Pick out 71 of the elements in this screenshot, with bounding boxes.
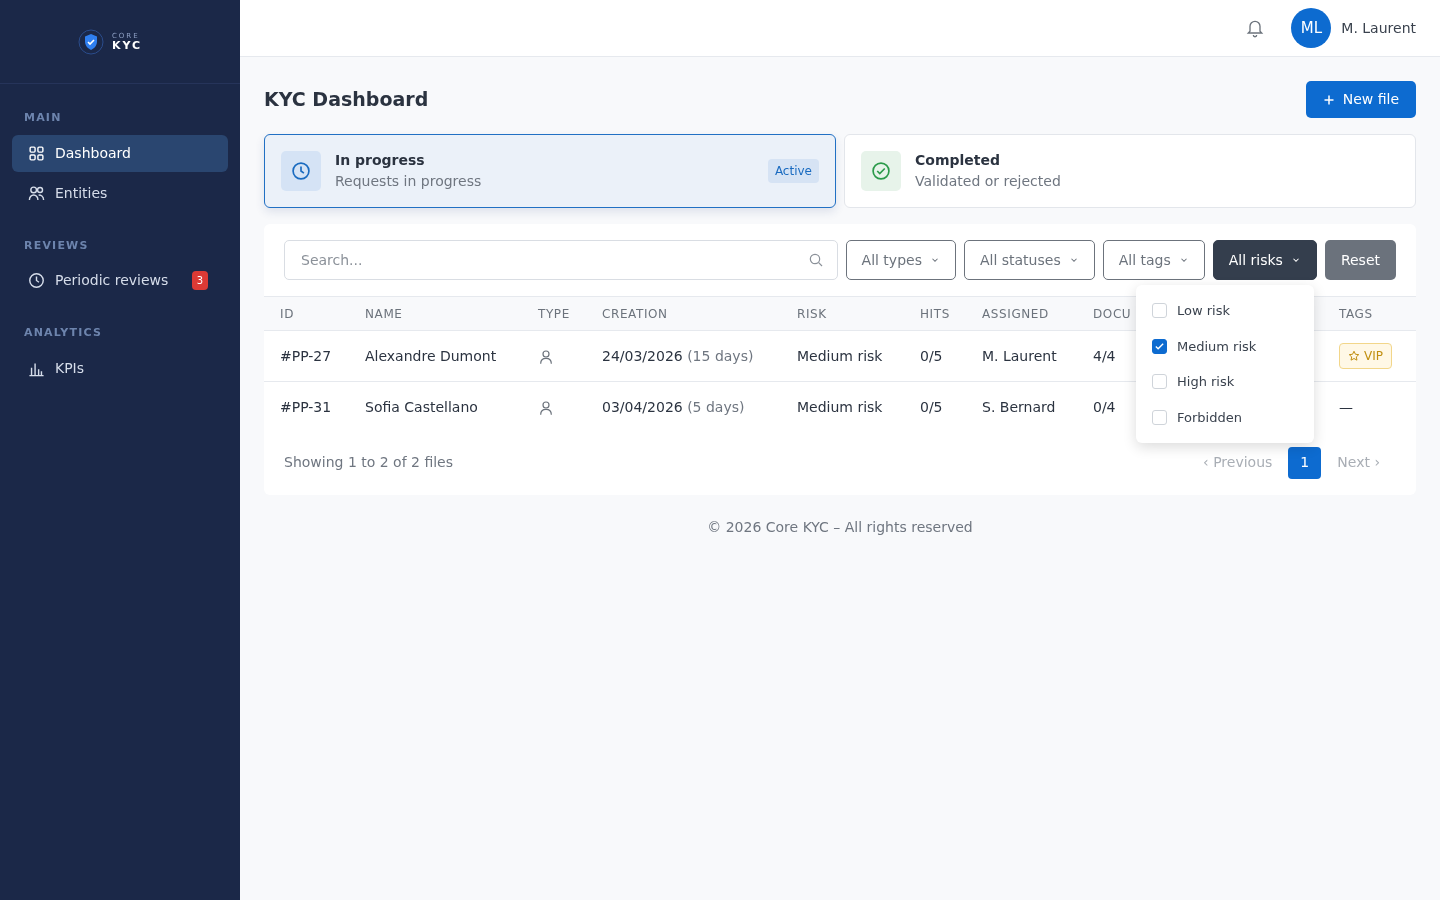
table-cell: #PP-31 (264, 381, 349, 433)
column-header: HITS (904, 296, 966, 331)
table-cell: 0/4 (1093, 398, 1116, 415)
column-header: TAGS (1323, 296, 1416, 331)
search-icon (807, 252, 824, 268)
section-heading: REVIEWS (23, 237, 90, 254)
grid-icon (28, 144, 45, 162)
table-cell: M. Laurent (966, 330, 1077, 382)
active-badge: Active (767, 159, 819, 183)
table-cell: 0/5 (904, 330, 966, 382)
table-cell: Medium risk (781, 330, 904, 382)
checkbox[interactable] (1152, 338, 1167, 354)
table-cell: #PP-27 (264, 330, 349, 382)
section-heading: MAIN (23, 110, 63, 126)
user-name: M. Laurent (1341, 18, 1416, 38)
plus-icon (1322, 93, 1335, 106)
card-subtitle: Requests in progress (335, 172, 482, 191)
table-cell: — (1323, 381, 1416, 433)
shield-logo-icon (77, 28, 104, 55)
bell-icon (1245, 18, 1266, 38)
table-cell: 4/4 (1093, 347, 1116, 364)
table-cell: S. Bernard (966, 381, 1077, 433)
column-header: RISK (781, 296, 904, 331)
filter-dropdown[interactable]: All types (845, 240, 956, 280)
person-icon (538, 399, 554, 416)
card-subtitle: Validated or rejected (915, 172, 1061, 191)
status-card[interactable]: In progress Requests in progress Active (264, 134, 836, 208)
reset-button[interactable]: Reset (1324, 240, 1396, 280)
column-header: NAME (349, 296, 522, 331)
menu-option[interactable]: High risk (1136, 364, 1314, 400)
card-title: Completed (915, 151, 1001, 170)
filter-dropdown[interactable]: All risks (1212, 240, 1317, 280)
menu-option[interactable]: Forbidden (1136, 399, 1314, 435)
table-cell: 24/03/2026 (15 days) (586, 330, 781, 382)
table-cell: Sofia Castellano (349, 381, 522, 433)
table-cell: Alexandre Dumont (349, 330, 522, 382)
copyright-text: © 2026 Core KYC – All rights reserved (706, 517, 974, 537)
column-header: ASSIGNED (966, 296, 1077, 331)
new-file-button[interactable]: New file (1305, 81, 1416, 118)
vip-tag: VIP (1339, 343, 1392, 369)
star-icon (1348, 350, 1360, 362)
checkmark-icon (1154, 340, 1165, 352)
person-icon (538, 348, 554, 365)
menu-option[interactable]: Medium risk (1136, 328, 1314, 364)
column-header: TYPE (522, 296, 586, 331)
user-avatar[interactable]: ML (1291, 8, 1332, 48)
page-title: KYC Dashboard (264, 88, 429, 111)
count-badge: 3 (191, 271, 208, 290)
menu-option[interactable]: Low risk (1136, 293, 1314, 329)
clock-icon (291, 161, 311, 181)
status-card[interactable]: Completed Validated or rejected (844, 134, 1416, 208)
filter-dropdown[interactable]: All statuses (963, 240, 1095, 280)
table-cell: 0/5 (904, 381, 966, 433)
table-cell: Medium risk (781, 381, 904, 433)
users-icon (28, 184, 45, 202)
section-heading: ANALYTICS (23, 325, 104, 341)
filter-dropdown[interactable]: All tags (1102, 240, 1205, 280)
sidebar-item[interactable]: Periodic reviews 3 (12, 262, 228, 299)
column-header: CREATION (586, 296, 781, 331)
clock-icon (28, 272, 45, 289)
sidebar-item[interactable]: KPIs (12, 349, 228, 387)
results-summary: Showing 1 to 2 of 2 files (284, 453, 453, 472)
card-title: In progress (335, 151, 426, 170)
check-circle-icon (871, 161, 891, 181)
search-field[interactable]: Search... (284, 240, 838, 280)
sidebar-item[interactable]: Dashboard (12, 134, 228, 172)
sidebar-item[interactable]: Entities (12, 174, 228, 212)
column-header: ID (264, 296, 349, 331)
brand-name: KYC (111, 39, 143, 51)
table-cell: 03/04/2026 (5 days) (586, 381, 781, 433)
page-button[interactable]: 1 (1288, 446, 1322, 479)
